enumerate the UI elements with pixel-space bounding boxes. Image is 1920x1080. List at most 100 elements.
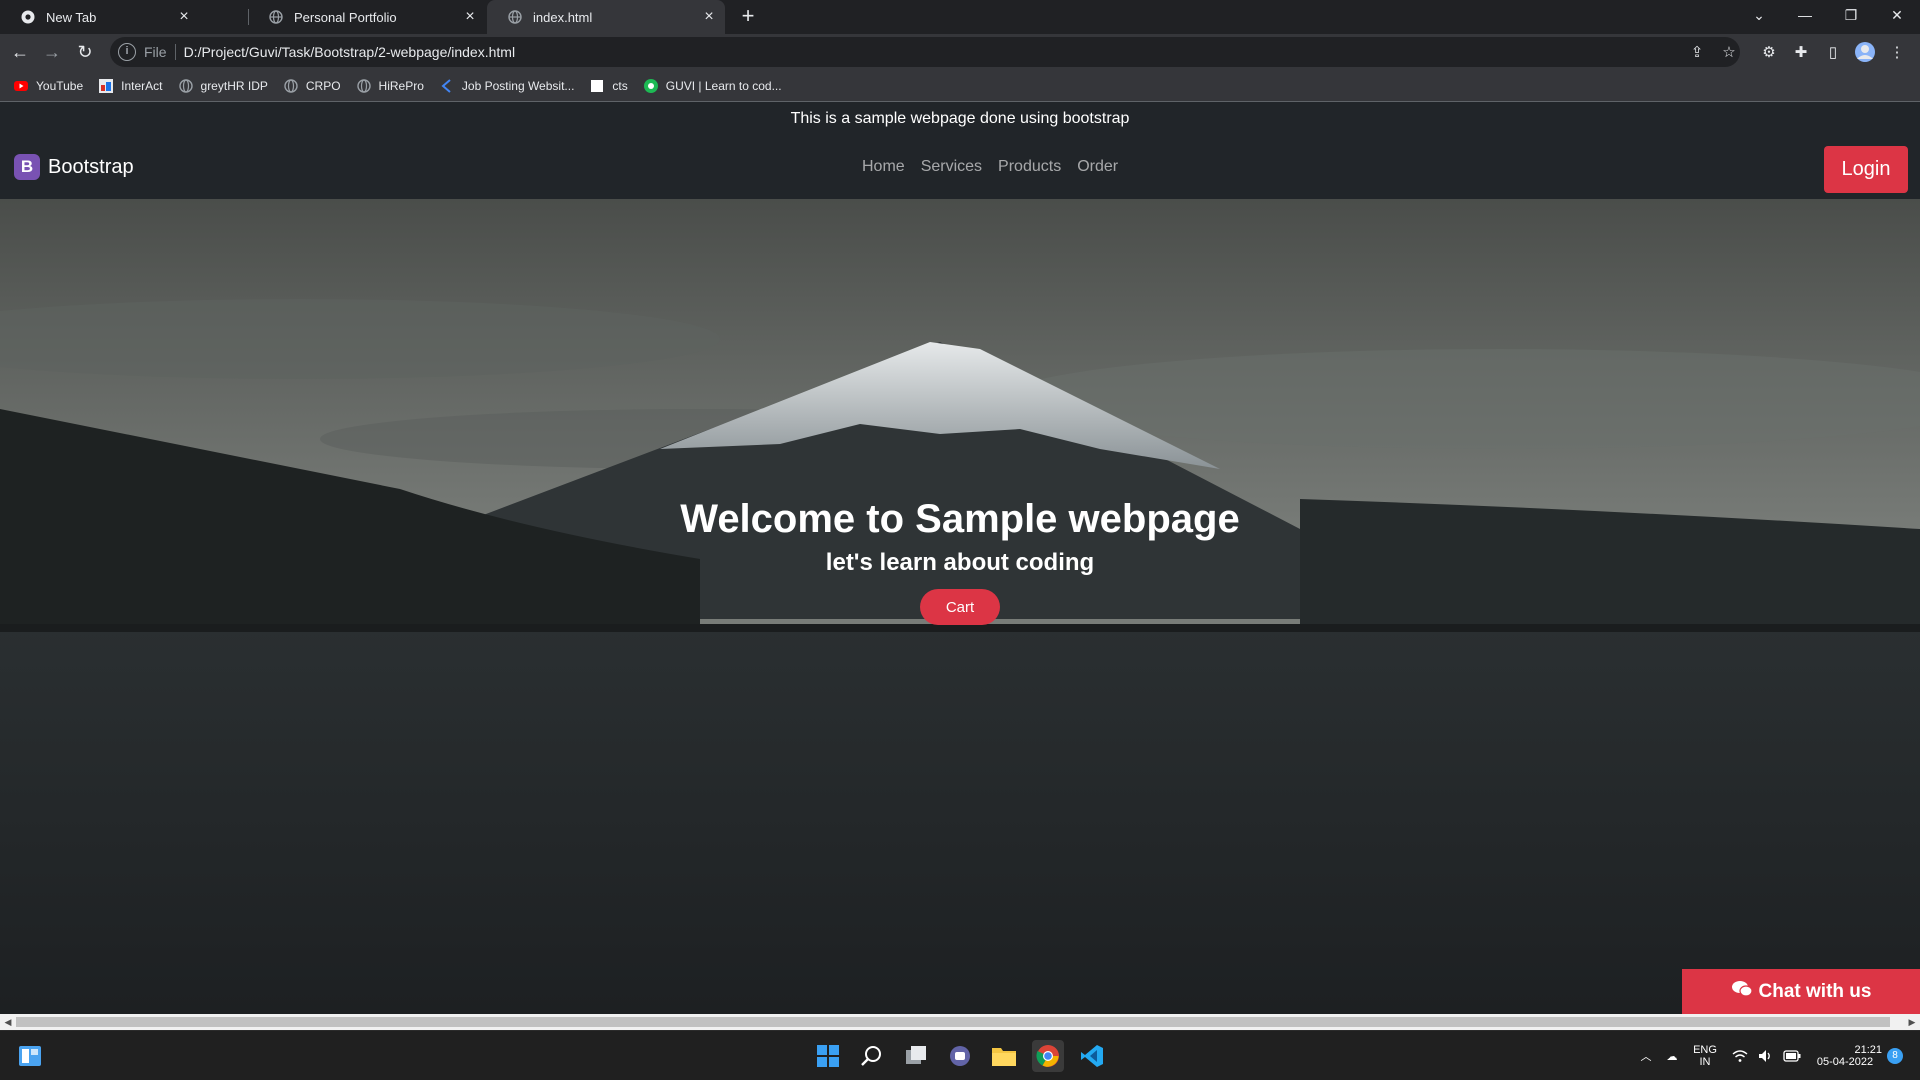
search-icon[interactable]	[856, 1040, 888, 1072]
youtube-icon	[14, 79, 28, 93]
brand-name: Bootstrap	[48, 155, 134, 178]
notification-badge: 8	[1887, 1048, 1903, 1064]
bookmark-hirepro[interactable]: HiRePro	[356, 78, 424, 93]
bookmark-greythr[interactable]: greytHR IDP	[178, 78, 268, 93]
tab-personal-portfolio[interactable]: Personal Portfolio ×	[248, 0, 486, 34]
language-indicator[interactable]: ENG IN	[1688, 1031, 1722, 1080]
tray-chevron-up-icon[interactable]: ︿	[1636, 1031, 1656, 1080]
close-icon[interactable]: ×	[701, 9, 717, 25]
minimize-icon[interactable]: —	[1782, 0, 1828, 30]
back-arrow-icon[interactable]: ←	[8, 40, 32, 64]
login-button[interactable]: Login	[1824, 146, 1908, 193]
tab-index-html[interactable]: index.html ×	[487, 0, 725, 34]
onedrive-cloud-icon[interactable]: ☁	[1660, 1031, 1684, 1080]
vscode-icon[interactable]	[1076, 1040, 1108, 1072]
bookmark-label: cts	[612, 78, 628, 93]
new-tab-button[interactable]: +	[736, 5, 760, 29]
browser-toolbar: ← → ↻ i File D:/Project/Guvi/Task/Bootst…	[0, 34, 1920, 70]
clock-time: 21:21	[1854, 1044, 1882, 1056]
region-code: IN	[1699, 1056, 1711, 1068]
browser-tab-strip: New Tab × Personal Portfolio × index.htm…	[0, 0, 1920, 34]
cart-button[interactable]: Cart	[920, 589, 1000, 625]
globe-icon	[356, 78, 371, 93]
hero-title: Welcome to Sample webpage	[680, 497, 1240, 541]
chrome-taskbar-icon[interactable]	[1032, 1040, 1064, 1072]
battery-icon[interactable]	[1780, 1031, 1804, 1080]
bookmark-label: greytHR IDP	[200, 78, 268, 93]
bookmark-cts[interactable]: cts	[590, 78, 628, 93]
interact-icon	[99, 78, 114, 93]
close-icon[interactable]: ×	[462, 9, 478, 25]
nav-link-home[interactable]: Home	[862, 158, 905, 176]
hero-section: Welcome to Sample webpage let's learn ab…	[0, 199, 1920, 1014]
info-icon[interactable]: i	[118, 43, 136, 61]
address-bar[interactable]: i File D:/Project/Guvi/Task/Bootstrap/2-…	[110, 37, 1740, 67]
extensions-puzzle-icon[interactable]: ✚	[1789, 40, 1813, 64]
bookmark-label: Job Posting Websit...	[461, 78, 575, 93]
bootstrap-logo-icon: B	[14, 154, 40, 180]
chat-bubbles-icon	[1731, 980, 1753, 1003]
bookmark-label: HiRePro	[378, 78, 424, 93]
hero-subtitle: let's learn about coding	[825, 549, 1095, 576]
tab-title: Personal Portfolio	[294, 9, 397, 25]
page-icon	[590, 79, 604, 93]
reload-icon[interactable]: ↻	[73, 40, 97, 64]
menu-kebab-icon[interactable]: ⋮	[1885, 40, 1909, 64]
horizontal-scrollbar[interactable]: ◀ ▶	[0, 1014, 1920, 1030]
forward-arrow-icon[interactable]: →	[40, 40, 64, 64]
task-view-icon[interactable]	[900, 1040, 932, 1072]
file-explorer-icon[interactable]	[988, 1040, 1020, 1072]
job-icon	[440, 78, 454, 93]
tab-title: index.html	[533, 9, 593, 25]
bookmark-interact[interactable]: InterAct	[99, 78, 163, 93]
globe-icon	[284, 78, 298, 93]
bookmark-crpo[interactable]: CRPO	[284, 79, 341, 93]
extension-gear-icon[interactable]: ⚙	[1757, 40, 1781, 64]
tab-new-tab[interactable]: New Tab ×	[0, 0, 200, 34]
scroll-left-icon[interactable]: ◀	[0, 1014, 16, 1030]
screen: New Tab × Personal Portfolio × index.htm…	[0, 0, 1920, 1080]
notification-center[interactable]: 8	[1884, 1031, 1906, 1080]
clock-date: 05-04-2022	[1816, 1056, 1874, 1068]
chat-with-us-button[interactable]: Chat with us	[1682, 969, 1920, 1014]
clock[interactable]: 21:21 05-04-2022	[1808, 1031, 1882, 1080]
teams-chat-icon[interactable]	[944, 1040, 976, 1072]
restore-icon[interactable]: ❐	[1828, 0, 1874, 30]
guvi-icon	[643, 78, 658, 93]
close-icon[interactable]: ×	[176, 9, 192, 25]
nav-link-order[interactable]: Order	[1077, 158, 1118, 176]
bookmark-label: InterAct	[121, 78, 163, 93]
scroll-right-icon[interactable]: ▶	[1904, 1014, 1920, 1030]
brand-link[interactable]: B Bootstrap	[14, 154, 134, 180]
nav-link-services[interactable]: Services	[921, 158, 982, 176]
bookmark-star-icon[interactable]: ☆	[1717, 40, 1741, 64]
chrome-icon	[20, 9, 36, 25]
navbar: B Bootstrap Home Services Products Order…	[0, 136, 1920, 199]
globe-icon	[268, 9, 284, 25]
profile-avatar-icon[interactable]	[1853, 40, 1877, 64]
bookmark-job-posting[interactable]: Job Posting Websit...	[440, 78, 575, 93]
globe-icon	[178, 78, 193, 93]
lang-code: ENG	[1693, 1044, 1717, 1056]
url-text[interactable]: D:/Project/Guvi/Task/Bootstrap/2-webpage…	[184, 44, 516, 60]
nav-link-products[interactable]: Products	[998, 158, 1061, 176]
bookmark-youtube[interactable]: YouTube	[14, 79, 83, 93]
omnibox-divider	[174, 44, 176, 60]
scrollbar-thumb[interactable]	[16, 1017, 1890, 1027]
bookmarks-bar: YouTube InterAct greytHR IDP CRPO HiRePr…	[0, 70, 1920, 102]
bookmark-label: GUVI | Learn to cod...	[665, 78, 782, 93]
tab-title: New Tab	[46, 9, 97, 25]
webpage-viewport: This is a sample webpage done using boot…	[0, 102, 1920, 1014]
wifi-icon[interactable]	[1728, 1031, 1752, 1080]
volume-icon[interactable]	[1754, 1031, 1778, 1080]
close-window-icon[interactable]: ✕	[1874, 0, 1920, 30]
side-panel-icon[interactable]: ▯	[1821, 40, 1845, 64]
bookmark-label: CRPO	[305, 78, 341, 93]
tab-search-icon[interactable]: ⌄	[1736, 0, 1782, 30]
start-windows-icon[interactable]	[812, 1040, 844, 1072]
share-icon[interactable]: ⇪	[1685, 40, 1709, 64]
bookmark-guvi[interactable]: GUVI | Learn to cod...	[643, 78, 782, 93]
globe-icon	[507, 9, 523, 25]
nav-links: Home Services Products Order	[862, 158, 1118, 176]
widgets-icon[interactable]	[14, 1040, 46, 1072]
